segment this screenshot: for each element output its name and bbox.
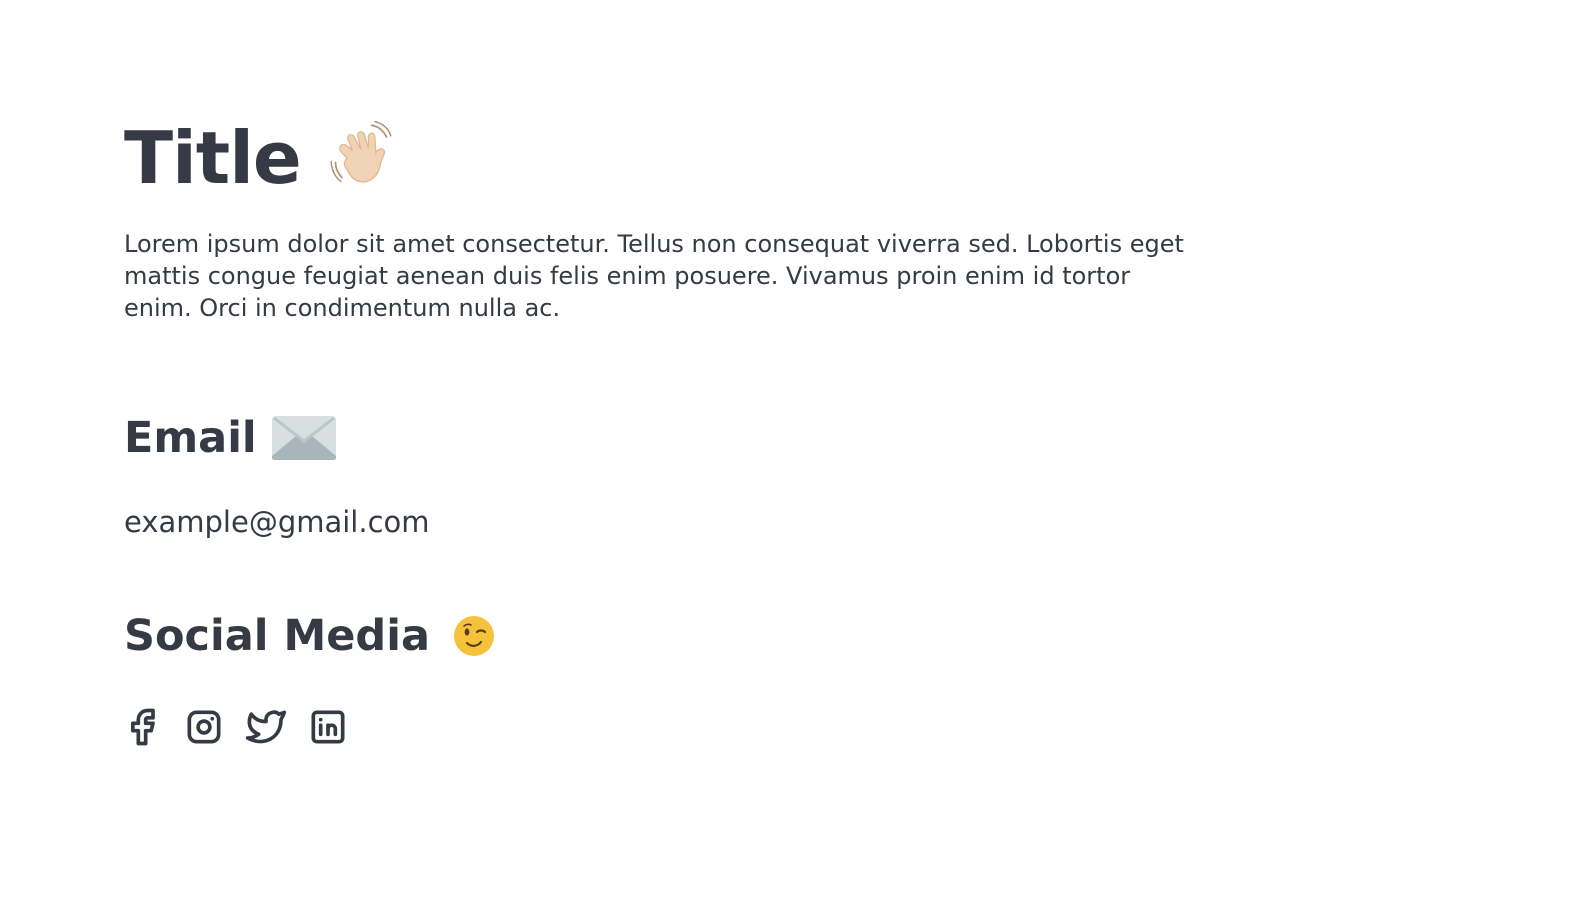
email-heading-label: Email	[124, 413, 257, 463]
waving-hand-icon	[327, 120, 395, 189]
title-row: Title	[124, 112, 1184, 204]
page-title: Title	[124, 116, 302, 200]
social-media-heading: Social Media	[124, 608, 1184, 664]
instagram-icon	[182, 705, 226, 753]
winking-face-icon	[452, 614, 496, 658]
social-links	[124, 704, 1184, 754]
contact-section: Title Lorem ipsum dolor sit amet consect…	[124, 112, 1184, 754]
facebook-link[interactable]	[120, 707, 164, 751]
twitter-icon	[244, 705, 288, 753]
intro-text: Lorem ipsum dolor sit amet consectetur. …	[124, 230, 1184, 322]
envelope-icon	[271, 414, 337, 462]
social-media-heading-label: Social Media	[124, 611, 430, 661]
facebook-icon	[120, 705, 164, 753]
instagram-link[interactable]	[182, 707, 226, 751]
linkedin-link[interactable]	[306, 707, 350, 751]
linkedin-icon	[306, 705, 350, 753]
twitter-link[interactable]	[244, 707, 288, 751]
email-link[interactable]: example@gmail.com	[124, 504, 430, 540]
email-heading: Email	[124, 410, 1184, 466]
